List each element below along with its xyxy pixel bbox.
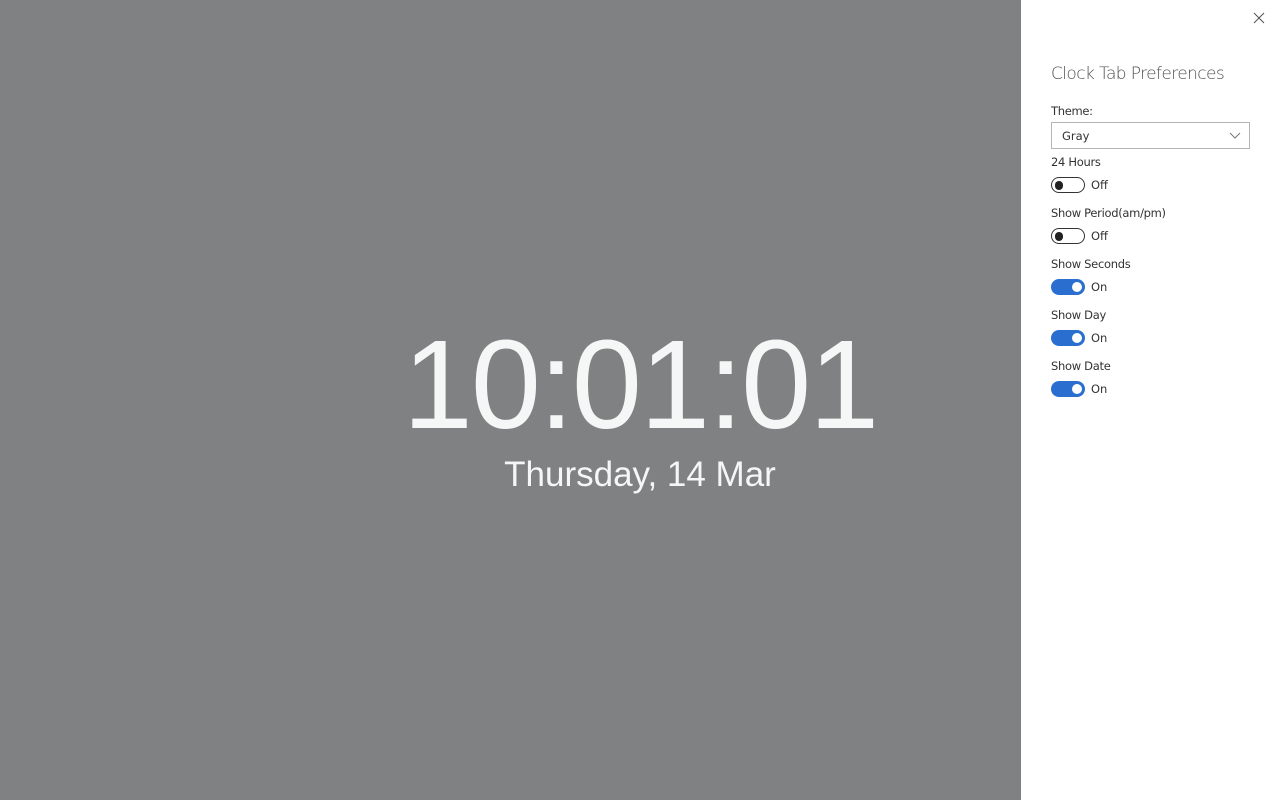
setting-label-show-period: Show Period(am/pm)	[1051, 206, 1166, 220]
toggle-state-show-period: Off	[1091, 229, 1108, 243]
toggle-state-show-date: On	[1091, 382, 1108, 396]
toggle-show-day[interactable]	[1051, 330, 1085, 346]
toggle-state-24-hours: Off	[1091, 178, 1108, 192]
toggle-knob	[1072, 333, 1082, 343]
toggle-show-period[interactable]	[1051, 228, 1085, 244]
toggle-show-seconds[interactable]	[1051, 279, 1085, 295]
clock-display-area: 10:01:01 Thursday, 14 Mar	[0, 0, 1021, 800]
toggle-24-hours[interactable]	[1051, 177, 1085, 193]
close-icon	[1253, 12, 1265, 24]
theme-label: Theme:	[1051, 104, 1093, 118]
toggle-knob	[1055, 231, 1063, 241]
toggle-state-show-day: On	[1091, 331, 1108, 345]
theme-select[interactable]: Gray	[1051, 122, 1250, 149]
setting-label-show-day: Show Day	[1051, 308, 1106, 322]
toggle-knob	[1072, 384, 1082, 394]
setting-label-show-date: Show Date	[1051, 359, 1111, 373]
toggle-knob	[1055, 180, 1063, 190]
toggle-knob	[1072, 282, 1082, 292]
toggle-show-date[interactable]	[1051, 381, 1085, 397]
panel-title: Clock Tab Preferences	[1051, 64, 1225, 84]
toggle-state-show-seconds: On	[1091, 280, 1108, 294]
theme-select-value: Gray	[1062, 129, 1090, 143]
setting-label-24-hours: 24 Hours	[1051, 155, 1101, 169]
close-button[interactable]	[1252, 11, 1266, 25]
chevron-down-icon	[1229, 132, 1241, 139]
preferences-panel	[1021, 0, 1280, 800]
setting-label-show-seconds: Show Seconds	[1051, 257, 1131, 271]
